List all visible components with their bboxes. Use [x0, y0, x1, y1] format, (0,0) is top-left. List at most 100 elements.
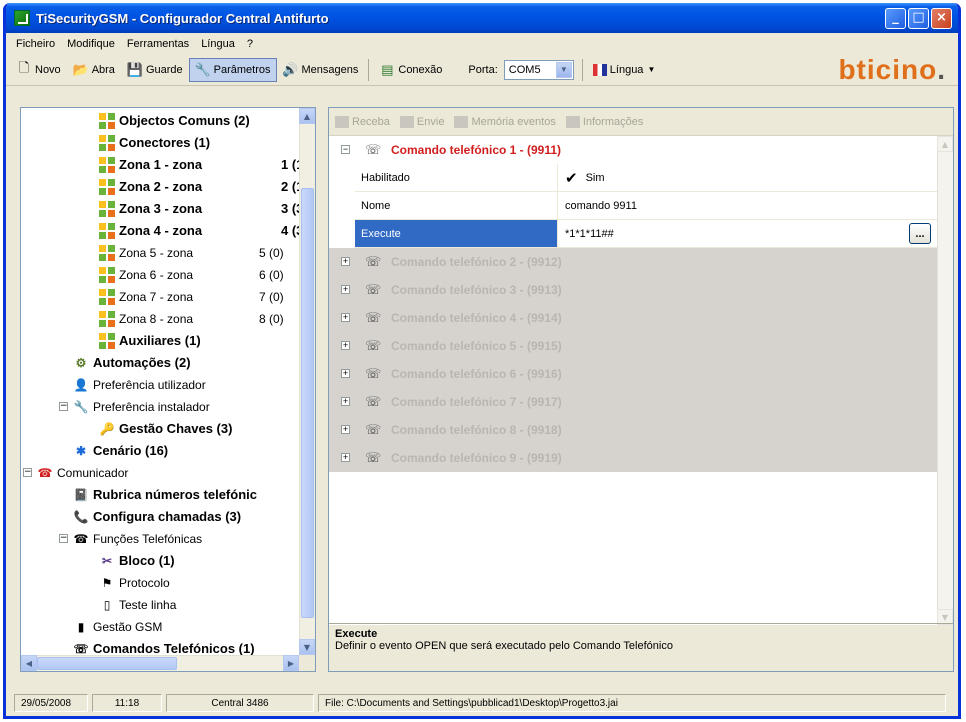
bticino-logo: bticino.	[838, 54, 946, 85]
tree-item-zona-7[interactable]: Zona 7 - zona 7 (0)	[99, 286, 284, 307]
tree-horizontal-scrollbar[interactable]: ◀ ▶	[21, 655, 299, 671]
tree-item-funcoes[interactable]: ☎ Funções Telefónicas	[73, 528, 203, 549]
prop-name: Execute	[355, 220, 558, 247]
chevron-down-icon[interactable]: ▼	[555, 61, 572, 78]
expand-toggle[interactable]: +	[341, 285, 350, 294]
porta-select[interactable]: COM5 ▼	[503, 59, 574, 80]
tree-item-auxiliares[interactable]: Auxiliares (1)	[99, 330, 201, 351]
close-button[interactable]: ×	[931, 7, 952, 29]
tree-item-teste-linha[interactable]: ▯ Teste linha	[99, 594, 177, 615]
tree-item-automacoes[interactable]: ⚙ Automações (2)	[73, 352, 191, 373]
grid-vertical-scrollbar[interactable]: ▲ ▼	[937, 136, 953, 625]
category-comando-2[interactable]: + ☏ Comando telefónico 2 - (9912)	[329, 248, 937, 276]
expand-toggle[interactable]: +	[341, 257, 350, 266]
grid-icon	[99, 178, 115, 195]
tree-item-conectores[interactable]: Conectores (1)	[99, 132, 210, 153]
prop-execute[interactable]: Execute *1*1*11## ...	[355, 220, 937, 248]
menu-ficheiro[interactable]: Ficheiro	[10, 38, 61, 50]
scroll-thumb[interactable]	[301, 188, 314, 618]
prop-nome[interactable]: Nome comando 9911	[355, 192, 937, 220]
collapse-toggle[interactable]: −	[341, 145, 350, 154]
key-icon: 🔑	[99, 421, 115, 436]
mensagens-button[interactable]: 🔊 Mensagens	[277, 58, 365, 82]
grid-icon	[99, 244, 115, 261]
tree-item-pref-utilizador[interactable]: 👤 Preferência utilizador	[73, 374, 206, 395]
info-icon	[565, 115, 580, 128]
informacoes-button[interactable]: Informações	[565, 115, 643, 128]
receba-button[interactable]: Receba	[335, 115, 390, 128]
scroll-corner	[299, 655, 315, 671]
scroll-up-icon[interactable]: ▲	[299, 108, 315, 124]
lingua-button[interactable]: Língua ▼	[587, 58, 662, 82]
menu-help[interactable]: ?	[241, 38, 259, 50]
send-icon	[399, 115, 414, 128]
tree-item-objectos-comuns[interactable]: Objectos Comuns (2)	[99, 110, 250, 131]
category-comando-3[interactable]: + ☏ Comando telefónico 3 - (9913)	[329, 276, 937, 304]
menu-modifique[interactable]: Modifique	[61, 38, 121, 50]
app-window: TiSecurityGSM - Configurador Central Ant…	[3, 3, 961, 719]
category-comando-8[interactable]: + ☏ Comando telefónico 8 - (9918)	[329, 416, 937, 444]
tree-item-zona-5[interactable]: Zona 5 - zona 5 (0)	[99, 242, 284, 263]
abra-button[interactable]: 📂 Abra	[67, 58, 121, 82]
grid-icon	[99, 310, 115, 327]
collapse-toggle[interactable]: −	[59, 402, 68, 411]
scroll-down-icon[interactable]: ▼	[299, 639, 315, 655]
maximize-button[interactable]: □	[908, 7, 929, 29]
envie-button[interactable]: Envie	[399, 115, 444, 128]
category-comando-6[interactable]: + ☏ Comando telefónico 6 - (9916)	[329, 360, 937, 388]
prop-value[interactable]: comando 9911	[565, 192, 937, 219]
minimize-button[interactable]: _	[885, 7, 906, 29]
tree-item-zona-3[interactable]: Zona 3 - zona 3 (3	[99, 198, 303, 219]
expand-toggle[interactable]: +	[341, 313, 350, 322]
tree-item-comunicador[interactable]: ☎ Comunicador	[37, 462, 129, 483]
category-comando-1[interactable]: − ☏ Comando telefónico 1 - (9911)	[329, 136, 937, 164]
category-comando-7[interactable]: + ☏ Comando telefónico 7 - (9917)	[329, 388, 937, 416]
expand-toggle[interactable]: +	[341, 369, 350, 378]
tree-item-configura-chamadas[interactable]: 📞 Configura chamadas (3)	[73, 506, 242, 527]
scroll-up-icon[interactable]: ▲	[937, 136, 953, 152]
user-icon: 👤	[73, 377, 89, 392]
tree-item-pref-instalador[interactable]: 🔧 Preferência instalador	[73, 396, 210, 417]
collapse-toggle[interactable]: −	[23, 468, 32, 477]
scroll-right-icon[interactable]: ▶	[283, 655, 299, 671]
scroll-left-icon[interactable]: ◀	[21, 655, 37, 671]
conexao-button[interactable]: ▤ Conexão	[373, 58, 448, 82]
tree-vertical-scrollbar[interactable]: ▲ ▼	[299, 108, 315, 655]
tree-item-protocolo[interactable]: ⚑ Protocolo	[99, 572, 170, 593]
main-toolbar: 🗋 Novo 📂 Abra 💾 Guarde 🔧 Parâmetros 🔊 Mensage…	[6, 54, 958, 86]
category-comando-9[interactable]: + ☏ Comando telefónico 9 - (9919)	[329, 444, 937, 472]
ellipsis-button[interactable]: ...	[909, 223, 931, 244]
collapse-toggle[interactable]: −	[59, 534, 68, 543]
guarde-button[interactable]: 💾 Guarde	[121, 58, 189, 82]
prop-value[interactable]: ✔ Sim	[565, 164, 937, 191]
parametros-button[interactable]: 🔧 Parâmetros	[188, 57, 277, 82]
tree-item-zona-6[interactable]: Zona 6 - zona 6 (0)	[99, 264, 284, 285]
memoria-eventos-button[interactable]: Memória eventos	[454, 115, 556, 128]
tree-item-cenario[interactable]: ✱ Cenário (16)	[73, 440, 168, 461]
category-comando-5[interactable]: + ☏ Comando telefónico 5 - (9915)	[329, 332, 937, 360]
tree-item-gestao-gsm[interactable]: ▮ Gestão GSM	[73, 616, 163, 637]
tree-item-zona-2[interactable]: Zona 2 - zona 2 (1	[99, 176, 303, 197]
status-date: 29/05/2008	[14, 694, 88, 712]
menu-lingua[interactable]: Língua	[195, 38, 241, 50]
tree-item-bloco[interactable]: ✂ Bloco (1)	[99, 550, 175, 571]
novo-button[interactable]: 🗋 Novo	[10, 58, 67, 82]
new-document-icon: 🗋	[18, 59, 30, 75]
prop-habilitado[interactable]: Habilitado ✔ Sim	[355, 164, 937, 192]
help-title: Execute	[335, 628, 378, 640]
expand-toggle[interactable]: +	[341, 425, 350, 434]
expand-toggle[interactable]: +	[341, 453, 350, 462]
tree-item-zona-1[interactable]: Zona 1 - zona 1 (1	[99, 154, 303, 175]
tree-item-zona-8[interactable]: Zona 8 - zona 8 (0)	[99, 308, 284, 329]
menu-ferramentas[interactable]: Ferramentas	[121, 38, 195, 50]
tree-item-zona-4[interactable]: Zona 4 - zona 4 (3	[99, 220, 303, 241]
expand-toggle[interactable]: +	[341, 397, 350, 406]
scroll-thumb[interactable]	[37, 657, 177, 670]
tree-item-rubrica[interactable]: 📓 Rubrica números telefónic	[73, 484, 257, 505]
grid-icon	[99, 112, 115, 129]
status-bar: 29/05/2008 11:18 Central 3486 File: C:\D…	[14, 693, 954, 713]
category-comando-4[interactable]: + ☏ Comando telefónico 4 - (9914)	[329, 304, 937, 332]
expand-toggle[interactable]: +	[341, 341, 350, 350]
tree-item-gestao-chaves[interactable]: 🔑 Gestão Chaves (3)	[99, 418, 233, 439]
prop-value[interactable]: *1*1*11##	[565, 220, 937, 247]
